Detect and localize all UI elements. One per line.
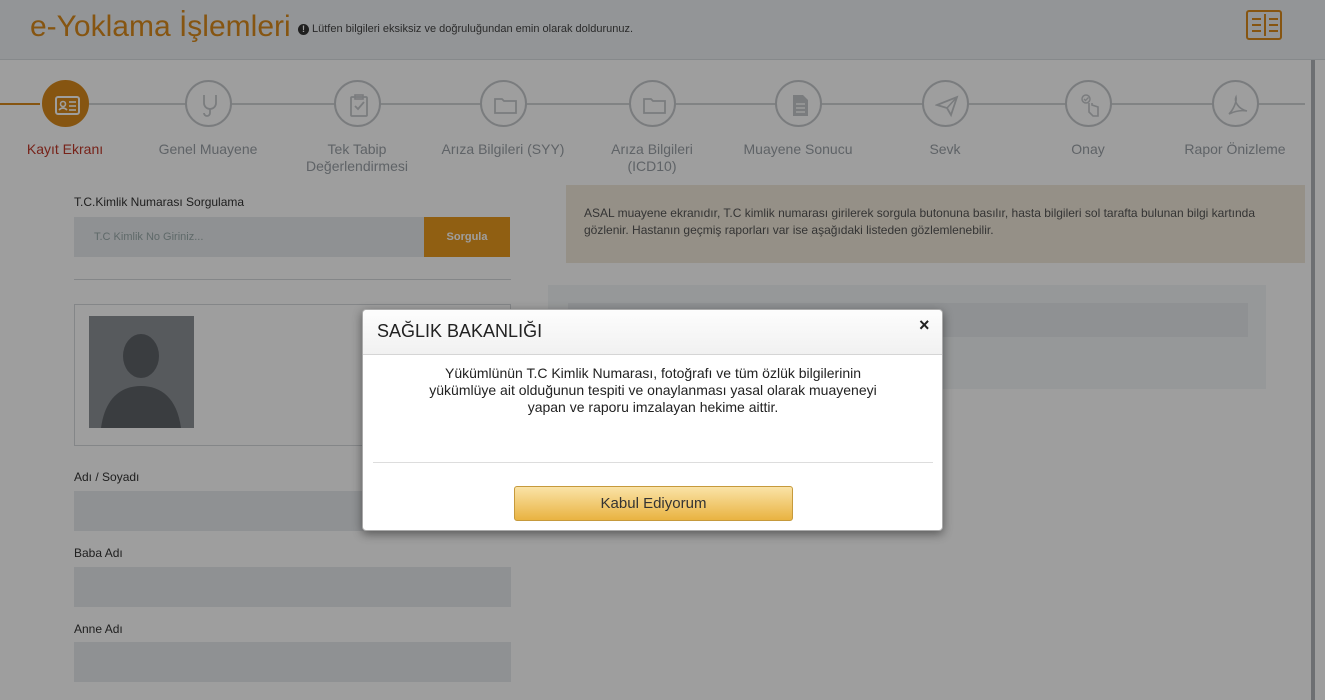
accept-button[interactable]: Kabul Ediyorum bbox=[514, 486, 793, 521]
dialog-divider bbox=[373, 462, 933, 463]
dialog-message-line: Yükümlünün T.C Kimlik Numarası, fotoğraf… bbox=[444, 365, 862, 381]
dialog-header: SAĞLIK BAKANLIĞI × bbox=[363, 310, 942, 355]
dialog-message: Yükümlünün T.C Kimlik Numarası, fotoğraf… bbox=[373, 365, 933, 416]
consent-dialog: SAĞLIK BAKANLIĞI × Yükümlünün T.C Kimlik… bbox=[362, 309, 943, 531]
dialog-message-line: yükümlüye ait olduğunun tespiti ve onayl… bbox=[429, 382, 877, 398]
dialog-title: SAĞLIK BAKANLIĞI bbox=[377, 321, 543, 341]
dialog-message-line: yapan ve raporu imzalayan hekime aittir. bbox=[527, 399, 779, 415]
close-icon[interactable]: × bbox=[919, 315, 930, 336]
